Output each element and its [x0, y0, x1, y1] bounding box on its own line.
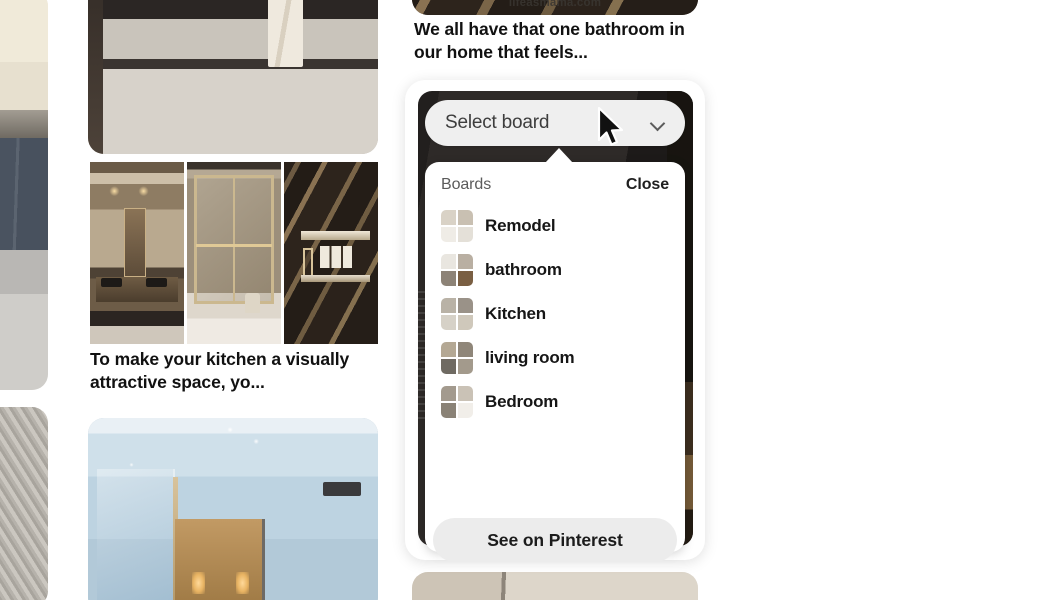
board-name: bathroom [485, 260, 562, 279]
pin-image [412, 572, 698, 600]
pin-image [0, 0, 48, 390]
list-item[interactable]: lifeasmama.com [412, 0, 698, 15]
select-board-label: Select board [445, 112, 550, 133]
list-item[interactable] [412, 572, 698, 600]
collage-image-warm-vanity [90, 162, 184, 344]
board-row[interactable]: Remodel [425, 204, 685, 248]
dropdown-title: Boards [441, 176, 492, 193]
board-row[interactable]: living room [425, 336, 685, 380]
dropdown-header: Boards Close [425, 162, 685, 200]
board-dropdown: Boards Close Remodel bathroom Kitchen livin… [425, 162, 685, 552]
board-row[interactable]: Bedroom [425, 380, 685, 424]
pin-watermark: lifeasmama.com [508, 0, 602, 9]
pin-image [0, 407, 48, 600]
pin-image [88, 418, 378, 600]
list-item[interactable] [0, 407, 48, 600]
board-name: Kitchen [485, 304, 546, 323]
dropdown-notch-icon [545, 148, 573, 163]
pin-caption: We all have that one bathroom in our hom… [414, 19, 685, 63]
board-thumbnail [441, 298, 473, 330]
list-item[interactable] [88, 0, 378, 154]
board-name: Remodel [485, 216, 556, 235]
collage-image-glass-shower [187, 162, 281, 344]
list-item[interactable] [88, 418, 378, 600]
close-button[interactable]: Close [626, 176, 669, 194]
pin-image-collage[interactable] [90, 162, 378, 344]
board-row[interactable]: bathroom [425, 248, 685, 292]
board-thumbnail [441, 254, 473, 286]
board-thumbnail [441, 386, 473, 418]
select-board-field[interactable]: Select board [425, 100, 685, 146]
screen: To make your kitchen a visually attracti… [0, 0, 1059, 600]
see-on-pinterest-button[interactable]: See on Pinterest [433, 518, 677, 562]
board-row[interactable]: Kitchen [425, 292, 685, 336]
board-thumbnail [441, 342, 473, 374]
pin-caption: To make your kitchen a visually attracti… [90, 349, 350, 393]
chevron-down-icon [651, 116, 665, 130]
board-name: living room [485, 348, 575, 367]
pin-image [88, 0, 378, 154]
collage-image-dark-marble [284, 162, 378, 344]
board-thumbnail [441, 210, 473, 242]
list-item[interactable] [0, 0, 48, 390]
board-list: Remodel bathroom Kitchen living room Bedroom [425, 200, 685, 424]
board-name: Bedroom [485, 392, 559, 411]
